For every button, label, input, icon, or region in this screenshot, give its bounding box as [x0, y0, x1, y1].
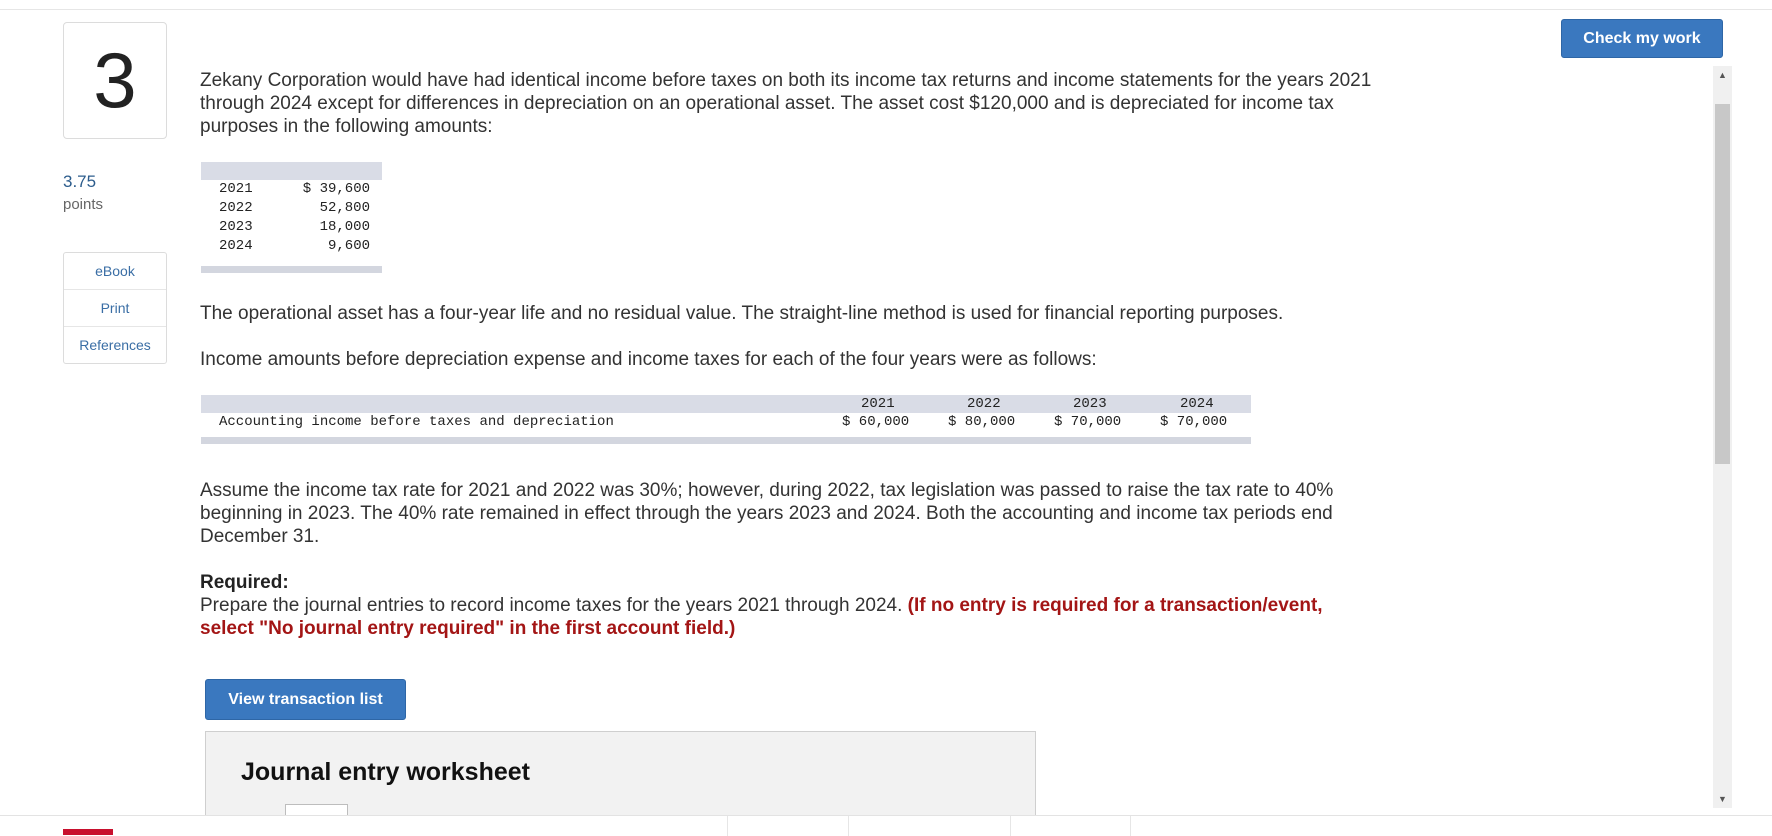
value-cell: $ 70,000: [1054, 414, 1122, 430]
value-cell: $ 80,000: [948, 414, 1016, 430]
tax-rate-text: Assume the income tax rate for 2021 and …: [200, 480, 1334, 547]
scroll-thumb[interactable]: [1715, 104, 1730, 464]
divider: [1010, 816, 1011, 836]
year-cell: 2023: [219, 219, 253, 235]
table-row: 2024 9,600: [201, 237, 382, 256]
view-transaction-list-button[interactable]: View transaction list: [205, 679, 406, 720]
resource-links: eBook Print References: [63, 252, 167, 364]
value-cell: $ 70,000: [1160, 414, 1228, 430]
amount-cell: 18,000: [319, 219, 370, 235]
year-cell: 2021: [219, 181, 253, 197]
required-section: Required: Prepare the journal entries to…: [200, 571, 1380, 640]
table-row: Accounting income before taxes and depre…: [201, 413, 1251, 433]
year-header: 2021: [861, 396, 895, 412]
bottom-nav-bar: [0, 815, 1772, 836]
table-row: 2022 52,800: [201, 199, 382, 218]
income-table-header: 2021 2022 2023 2024: [201, 395, 1251, 413]
value-cell: $ 60,000: [842, 414, 910, 430]
year-cell: 2024: [219, 238, 253, 254]
amount-cell: $ 39,600: [302, 181, 370, 197]
divider: [848, 816, 849, 836]
points-value: 3.75: [63, 172, 97, 191]
ebook-link[interactable]: eBook: [64, 253, 166, 290]
brand-logo: [63, 829, 113, 835]
amount-cell: 9,600: [327, 238, 370, 254]
scrollbar[interactable]: ▲ ▼: [1713, 66, 1732, 808]
income-table: 2021 2022 2023 2024 Accounting income be…: [201, 395, 1251, 444]
table-row: 2021 $ 39,600: [201, 180, 382, 199]
divider: [1130, 816, 1131, 836]
table-row: 2023 18,000: [201, 218, 382, 237]
journal-entry-worksheet: Journal entry worksheet: [205, 731, 1036, 825]
required-title: Required:: [200, 572, 289, 593]
intro-text: Zekany Corporation would have had identi…: [200, 70, 1372, 137]
divider: [727, 816, 728, 836]
year-header: 2023: [1073, 396, 1107, 412]
worksheet-title: Journal entry worksheet: [241, 758, 530, 786]
year-header: 2022: [967, 396, 1001, 412]
year-header: 2024: [1180, 396, 1214, 412]
table-header-band: [201, 162, 382, 180]
points-label: points: [63, 196, 104, 213]
top-divider: [0, 9, 1772, 10]
year-cell: 2022: [219, 200, 253, 216]
question-number: 3: [63, 22, 167, 139]
tax-depreciation-table: 2021 $ 39,600 2022 52,800 2023 18,000 20…: [201, 162, 382, 273]
triangle-down-icon[interactable]: ▼: [1713, 790, 1732, 808]
amount-cell: 52,800: [319, 200, 370, 216]
income-intro-text: Income amounts before depreciation expen…: [200, 349, 1097, 370]
table-footer-band: [201, 437, 1251, 444]
required-text: Prepare the journal entries to record in…: [200, 595, 908, 616]
triangle-up-icon[interactable]: ▲: [1713, 66, 1732, 84]
table-footer-band: [201, 266, 382, 273]
asset-text: The operational asset has a four-year li…: [200, 303, 1284, 324]
print-link[interactable]: Print: [64, 290, 166, 327]
check-my-work-button[interactable]: Check my work: [1561, 19, 1723, 58]
references-link[interactable]: References: [64, 327, 166, 363]
required-body: Prepare the journal entries to record in…: [200, 594, 1380, 640]
row-label: Accounting income before taxes and depre…: [219, 414, 614, 430]
